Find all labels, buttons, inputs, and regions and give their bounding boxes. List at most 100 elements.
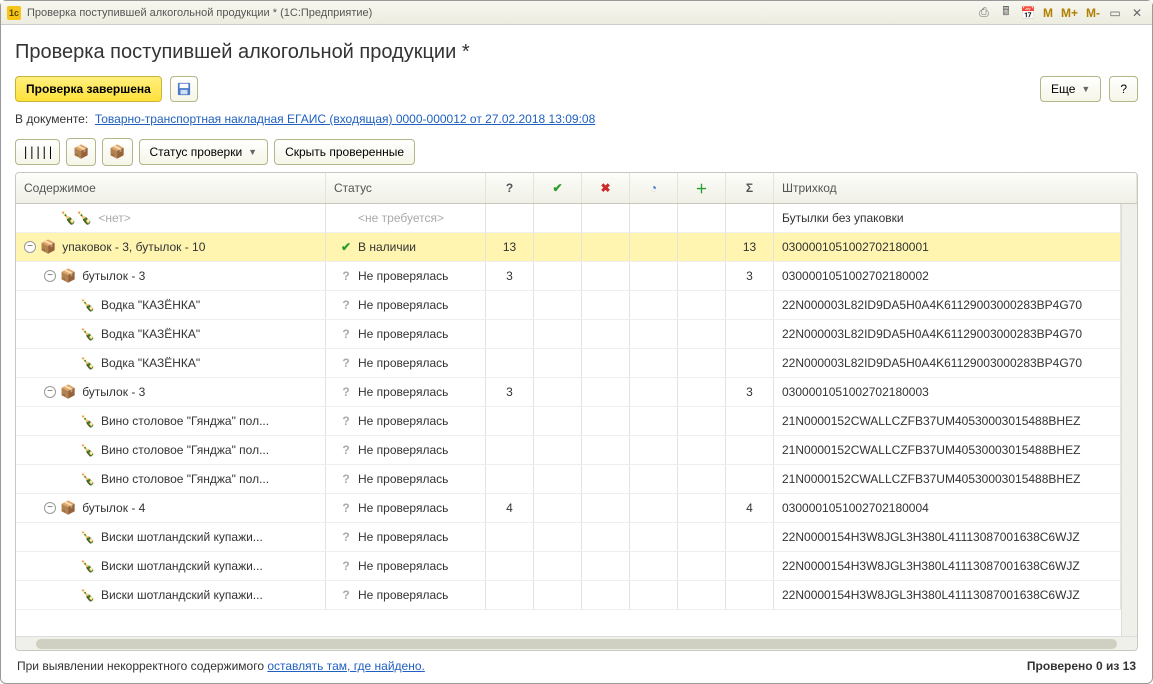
row-qty-sum: [726, 552, 774, 580]
table-row[interactable]: 🍾Водка "КАЗЁНКА"?Не проверялась22N000003…: [16, 291, 1121, 320]
col-header-question[interactable]: ?: [486, 173, 534, 203]
tree-toggle[interactable]: −: [44, 502, 56, 514]
add-box-button[interactable]: 📦: [66, 138, 96, 166]
row-label: Вино столовое "Гянджа" пол...: [101, 414, 269, 428]
row-qty-ok: [534, 523, 582, 551]
row-qty-reject: [582, 581, 630, 609]
memory-m-button[interactable]: M: [1041, 6, 1055, 20]
memory-mplus-button[interactable]: M+: [1059, 6, 1080, 20]
row-barcode: 21N0000152CWALLCZFB37UM40530003015488BHE…: [774, 465, 1121, 493]
footer-note-link[interactable]: оставлять там, где найдено.: [267, 659, 425, 673]
col-header-sum[interactable]: Σ: [726, 173, 774, 203]
tree-toggle[interactable]: −: [44, 386, 56, 398]
row-qty-reject: [582, 204, 630, 232]
table-row[interactable]: 🍾Виски шотландский купажи...?Не проверял…: [16, 581, 1121, 610]
bottle-icon: 🍾: [80, 530, 95, 544]
row-qty-extra: [678, 465, 726, 493]
box-barcode-button[interactable]: 📦: [102, 138, 132, 166]
memory-mminus-button[interactable]: M-: [1084, 6, 1102, 20]
row-label: упаковок - 3, бутылок - 10: [62, 240, 205, 254]
vertical-scrollbar[interactable]: [1121, 204, 1137, 636]
row-label: <нет>: [98, 211, 130, 225]
table-row[interactable]: −📦бутылок - 4?Не проверялась440300001051…: [16, 494, 1121, 523]
sigma-icon: Σ: [746, 181, 753, 195]
col-header-status[interactable]: Статус: [326, 173, 486, 203]
help-button[interactable]: ?: [1109, 76, 1138, 102]
col-header-check[interactable]: ✔: [534, 173, 582, 203]
status-filter-button[interactable]: Статус проверки▼: [139, 139, 269, 165]
table-row[interactable]: 🍾Водка "КАЗЁНКА"?Не проверялась22N000003…: [16, 349, 1121, 378]
bottle-icon: 🍾: [80, 472, 95, 486]
row-qty-sum: [726, 407, 774, 435]
row-qty-reject: [582, 320, 630, 348]
row-label: Водка "КАЗЁНКА": [101, 356, 200, 370]
col-header-content[interactable]: Содержимое: [16, 173, 326, 203]
row-label: Виски шотландский купажи...: [101, 530, 263, 544]
row-qty-extra: [678, 291, 726, 319]
table-row[interactable]: −📦бутылок - 3?Не проверялась330300001051…: [16, 378, 1121, 407]
table-row[interactable]: 🍾Виски шотландский купажи...?Не проверял…: [16, 523, 1121, 552]
row-barcode: 0300001051002702180003: [774, 378, 1121, 406]
table-row[interactable]: 🍾Вино столовое "Гянджа" пол...?Не провер…: [16, 436, 1121, 465]
table-row[interactable]: 🍾🍾<нет><не требуется>Бутылки без упаковк…: [16, 204, 1121, 233]
table-body[interactable]: 🍾🍾<нет><не требуется>Бутылки без упаковк…: [16, 204, 1121, 636]
tree-toggle[interactable]: −: [44, 270, 56, 282]
question-icon: ?: [506, 181, 513, 195]
col-header-reject[interactable]: ✖: [582, 173, 630, 203]
row-status: Не проверялась: [358, 269, 448, 283]
bottle-icon: 🍾: [80, 327, 95, 341]
col-header-barcode[interactable]: Штрихкод: [774, 173, 1137, 203]
row-qty-sum: 3: [726, 262, 774, 290]
row-qty-sum: [726, 291, 774, 319]
row-qty-extra: [678, 494, 726, 522]
bottle-icon: 🍾: [80, 414, 95, 428]
minimize-icon[interactable]: ▭: [1106, 5, 1124, 21]
col-header-pending[interactable]: ◔: [630, 173, 678, 203]
row-qty-ok: [534, 291, 582, 319]
row-qty-ok: [534, 349, 582, 377]
row-status: Не проверялась: [358, 327, 448, 341]
row-status: В наличии: [358, 240, 416, 254]
print-icon[interactable]: ⎙: [975, 5, 993, 21]
table-row[interactable]: 🍾Виски шотландский купажи...?Не проверял…: [16, 552, 1121, 581]
status-ok-icon: ✔: [341, 240, 351, 254]
table-row[interactable]: 🍾Вино столовое "Гянджа" пол...?Не провер…: [16, 465, 1121, 494]
bottle-icon: 🍾: [80, 356, 95, 370]
hide-checked-button[interactable]: Скрыть проверенные: [274, 139, 415, 165]
row-qty-pending: [630, 262, 678, 290]
row-qty-sum: [726, 436, 774, 464]
row-qty-reject: [582, 233, 630, 261]
save-button[interactable]: [170, 76, 198, 102]
row-qty-sum: 3: [726, 378, 774, 406]
row-qty-reject: [582, 494, 630, 522]
box-icon: 📦: [40, 239, 56, 255]
row-qty-sum: [726, 349, 774, 377]
col-header-extra[interactable]: ＋: [678, 173, 726, 203]
table-row[interactable]: 🍾Водка "КАЗЁНКА"?Не проверялась22N000003…: [16, 320, 1121, 349]
app-icon: 1c: [7, 6, 21, 20]
check-done-button[interactable]: Проверка завершена: [15, 76, 162, 102]
document-reference-link[interactable]: Товарно-транспортная накладная ЕГАИС (вх…: [95, 112, 595, 126]
row-qty-reject: [582, 262, 630, 290]
row-status: Не проверялась: [358, 501, 448, 515]
row-qty-reject: [582, 349, 630, 377]
more-button[interactable]: Еще▼: [1040, 76, 1101, 102]
bottle-icon: 🍾: [80, 443, 95, 457]
table-row[interactable]: 🍾Вино столовое "Гянджа" пол...?Не провер…: [16, 407, 1121, 436]
scan-barcode-button[interactable]: |||||: [15, 139, 60, 165]
close-icon[interactable]: ✕: [1128, 5, 1146, 21]
row-qty-sum: [726, 581, 774, 609]
row-qty-pending: [630, 465, 678, 493]
row-label: Вино столовое "Гянджа" пол...: [101, 443, 269, 457]
calendar-icon[interactable]: 📅: [1019, 5, 1037, 21]
table-row[interactable]: −📦бутылок - 3?Не проверялась330300001051…: [16, 262, 1121, 291]
horizontal-scrollbar[interactable]: [16, 636, 1137, 650]
row-label: Водка "КАЗЁНКА": [101, 327, 200, 341]
save-icon[interactable]: 🖩: [997, 5, 1015, 21]
table-row[interactable]: −📦упаковок - 3, бутылок - 10✔В наличии13…: [16, 233, 1121, 262]
status-unknown-icon: ?: [342, 414, 349, 428]
x-icon: ✖: [600, 181, 610, 195]
page-title: Проверка поступившей алкогольной продукц…: [15, 41, 1138, 64]
tree-toggle[interactable]: −: [24, 241, 36, 253]
row-qty-pending: [630, 378, 678, 406]
